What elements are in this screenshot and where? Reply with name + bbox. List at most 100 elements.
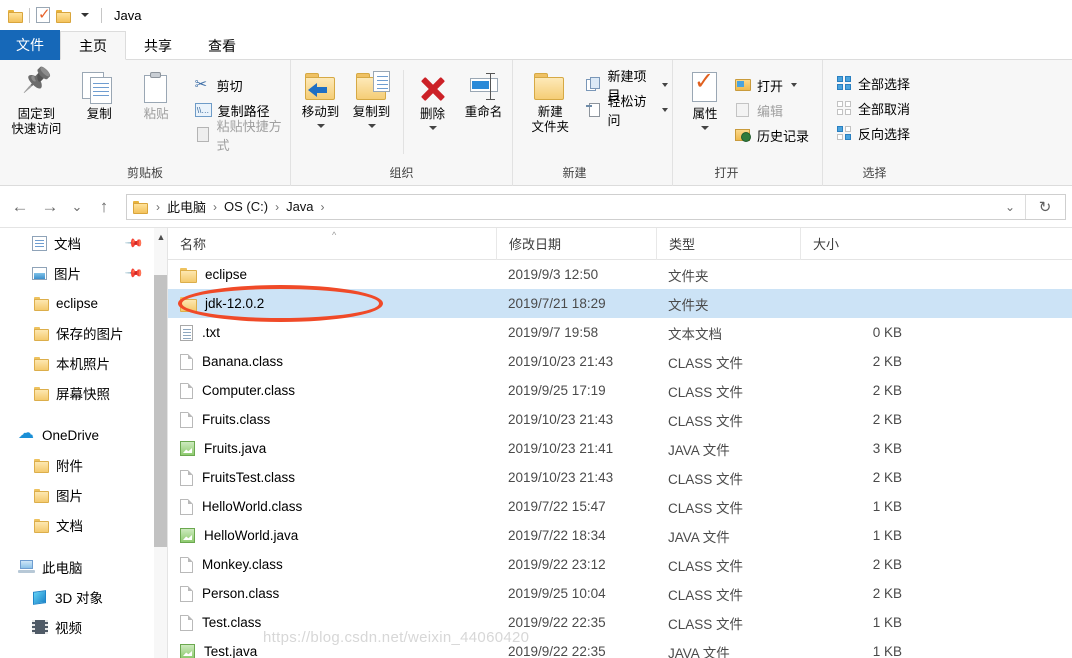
breadcrumb-java[interactable]: Java xyxy=(283,199,316,214)
document-icon xyxy=(32,235,47,251)
table-row[interactable]: .txt 2019/9/7 19:58 文本文档 0 KB xyxy=(168,318,1072,347)
sidebar-item-onedrive-documents[interactable]: 文档 xyxy=(0,510,154,540)
sidebar-item-onedrive-pictures[interactable]: 图片 xyxy=(0,480,154,510)
sidebar-item-this-pc[interactable]: 此电脑 xyxy=(0,552,154,582)
table-row[interactable]: Banana.class 2019/10/23 21:43 CLASS 文件 2 KB xyxy=(168,347,1072,376)
rename-button[interactable]: 重命名 xyxy=(455,68,512,120)
sidebar-item-onedrive[interactable]: OneDrive xyxy=(0,420,154,450)
copy-to-button[interactable]: 复制到 xyxy=(346,68,397,128)
sidebar-item-local-photos[interactable]: 本机照片 xyxy=(0,348,154,378)
chevron-up-icon[interactable]: ▲ xyxy=(154,228,168,245)
table-row[interactable]: Computer.class 2019/9/25 17:19 CLASS 文件 2 K… xyxy=(168,376,1072,405)
delete-button[interactable]: 删除 xyxy=(410,68,455,130)
button-label: 轻松访问 xyxy=(607,94,647,128)
file-name: Computer.class xyxy=(202,383,296,398)
recent-locations-button[interactable]: ⌄ xyxy=(66,193,88,221)
history-button[interactable]: 历史记录 xyxy=(735,124,813,146)
chevron-down-icon[interactable] xyxy=(701,126,709,130)
sidebar-scrollbar[interactable]: ▲ xyxy=(154,228,168,658)
file-name: jdk-12.0.2 xyxy=(205,296,265,311)
chevron-down-icon[interactable] xyxy=(662,83,668,87)
cut-button[interactable]: 剪切 xyxy=(195,74,290,96)
file-name: HelloWorld.java xyxy=(204,528,299,543)
button-label: 复制到 xyxy=(352,105,391,119)
sidebar-item-eclipse[interactable]: eclipse xyxy=(0,288,154,318)
chevron-down-icon[interactable] xyxy=(316,124,325,128)
sidebar-item-screenshots[interactable]: 屏幕快照 xyxy=(0,378,154,408)
sidebar-item-pictures[interactable]: 图片 📌 xyxy=(0,258,154,288)
folder-icon xyxy=(34,356,49,371)
button-label: 全部选择 xyxy=(858,76,911,92)
cell-date: 2019/9/3 12:50 xyxy=(508,267,599,282)
easy-access-button[interactable]: 轻松访问 xyxy=(585,94,672,128)
folder-icon[interactable] xyxy=(8,9,23,23)
cell-date: 2019/9/7 19:58 xyxy=(508,325,599,340)
pin-icon[interactable]: 📌 xyxy=(124,233,144,253)
tab-home[interactable]: 主页 xyxy=(60,31,126,60)
sidebar-item-3d-objects[interactable]: 3D 对象 xyxy=(0,582,154,612)
table-row[interactable]: Fruits.java 2019/10/23 21:41 JAVA 文件 3 KB xyxy=(168,434,1072,463)
up-button[interactable]: ↑ xyxy=(90,193,118,221)
chevron-down-icon[interactable] xyxy=(662,108,668,112)
properties-button[interactable]: 属性 xyxy=(681,68,729,130)
sidebar-item-attachments[interactable]: 附件 xyxy=(0,450,154,480)
sidebar-item-documents[interactable]: 文档 📌 xyxy=(0,228,154,258)
copy-path-icon: \\… xyxy=(194,103,212,117)
file-name: Fruits.java xyxy=(204,441,267,456)
table-row[interactable]: Fruits.class 2019/10/23 21:43 CLASS 文件 2 KB xyxy=(168,405,1072,434)
table-row[interactable]: HelloWorld.java 2019/7/22 18:34 JAVA 文件 1 K… xyxy=(168,521,1072,550)
tab-view[interactable]: 查看 xyxy=(190,31,254,60)
column-header-name[interactable]: ^ 名称 xyxy=(168,228,496,260)
checked-document-icon[interactable] xyxy=(36,5,51,23)
scrollbar-thumb[interactable] xyxy=(154,275,168,547)
file-list-pane: ^ 名称 修改日期 类型 大小 eclipse 2019/9/3 12:50 文件夹… xyxy=(168,228,1072,658)
chevron-down-icon[interactable] xyxy=(81,13,89,17)
back-button[interactable]: ← xyxy=(6,193,34,221)
table-row[interactable]: Monkey.class 2019/9/22 23:12 CLASS 文件 2 KB xyxy=(168,550,1072,579)
invert-selection-button[interactable]: 反向选择 xyxy=(837,122,914,144)
sidebar-item-videos[interactable]: 视频 xyxy=(0,612,154,642)
select-all-button[interactable]: 全部选择 xyxy=(837,72,914,94)
cell-size: 1 KB xyxy=(872,499,902,514)
cell-type: CLASS 文件 xyxy=(668,558,744,574)
pin-icon[interactable]: 📌 xyxy=(124,263,144,283)
pin-to-quick-access-button[interactable]: 固定到 快速访问 xyxy=(8,68,65,137)
tab-file[interactable]: 文件 xyxy=(0,30,60,60)
move-to-button[interactable]: 移动到 xyxy=(295,68,346,128)
column-header-size[interactable]: 大小 xyxy=(800,228,910,260)
column-header-date[interactable]: 修改日期 xyxy=(496,228,656,260)
tab-share[interactable]: 共享 xyxy=(126,31,190,60)
table-row[interactable]: Person.class 2019/9/25 10:04 CLASS 文件 2 KB xyxy=(168,579,1072,608)
address-path-box[interactable]: › 此电脑 › OS (C:) › Java › ⌄ ↻ xyxy=(126,193,1066,220)
table-row[interactable]: FruitsTest.class 2019/10/23 21:43 CLASS 文件… xyxy=(168,463,1072,492)
chevron-down-icon[interactable] xyxy=(428,126,437,130)
divider xyxy=(101,7,102,23)
column-headers: ^ 名称 修改日期 类型 大小 xyxy=(168,228,1072,260)
table-row[interactable]: HelloWorld.class 2019/7/22 15:47 CLASS 文件 1… xyxy=(168,492,1072,521)
paste-button[interactable]: 粘贴 xyxy=(128,68,185,122)
copy-button[interactable]: 复制 xyxy=(71,68,128,122)
paste-shortcut-button[interactable]: 粘贴快捷方式 xyxy=(195,119,290,153)
folder-icon[interactable] xyxy=(56,9,71,23)
breadcrumb-this-pc[interactable]: 此电脑 xyxy=(164,197,209,216)
sidebar-item-saved-pictures[interactable]: 保存的图片 xyxy=(0,318,154,348)
open-button[interactable]: 打开 xyxy=(735,74,813,96)
folder-icon xyxy=(34,488,49,503)
generic-file-icon xyxy=(180,382,193,399)
column-header-type[interactable]: 类型 xyxy=(656,228,800,260)
cell-size: 1 KB xyxy=(872,644,902,658)
refresh-icon[interactable]: ↻ xyxy=(1029,194,1061,220)
chevron-down-icon[interactable] xyxy=(791,83,798,87)
chevron-down-icon[interactable] xyxy=(367,124,376,128)
table-row[interactable]: eclipse 2019/9/3 12:50 文件夹 xyxy=(168,260,1072,289)
cell-type: 文本文档 xyxy=(668,326,722,342)
edit-button[interactable]: 编辑 xyxy=(735,99,813,121)
select-none-button[interactable]: 全部取消 xyxy=(837,97,914,119)
breadcrumb-os-c[interactable]: OS (C:) xyxy=(221,199,271,214)
table-row[interactable]: jdk-12.0.2 2019/7/21 18:29 文件夹 xyxy=(168,289,1072,318)
new-folder-button[interactable]: 新建 文件夹 xyxy=(523,68,578,135)
address-dropdown-icon[interactable]: ⌄ xyxy=(998,200,1022,214)
forward-button[interactable]: → xyxy=(36,193,64,221)
generic-file-icon xyxy=(180,498,193,515)
cell-type: CLASS 文件 xyxy=(668,500,744,516)
